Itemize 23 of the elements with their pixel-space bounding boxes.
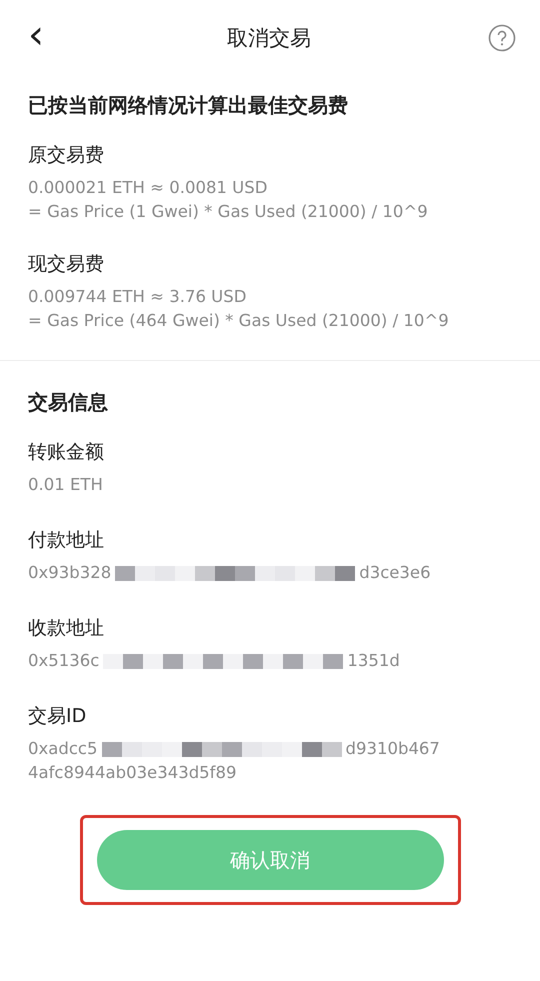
fee-label: 原交易费 (28, 143, 105, 168)
info-label: 收款地址 (28, 616, 105, 641)
info-value: 0xadcc5 (28, 738, 98, 760)
info-value: d3ce3e6 (359, 562, 431, 584)
info-value: 4afc8944ab03e343d5f89 (28, 762, 238, 784)
back-button[interactable]: ‹ (22, 14, 50, 54)
fee-label: 现交易费 (28, 252, 105, 277)
fee-value: 0.009744 ETH ≈ 3.76 USD (28, 286, 248, 308)
info-label: 付款地址 (28, 528, 105, 553)
info-value: d9310b467 (346, 738, 440, 760)
fee-value: = Gas Price (1 Gwei) * Gas Used (21000) / 10^9 (28, 201, 429, 223)
section-heading: 已按当前网络情况计算出最佳交易费 (28, 92, 349, 119)
fee-value: = Gas Price (464 Gwei) * Gas Used (21000) / 10^9 (28, 310, 450, 332)
info-value: 1351d (347, 650, 400, 672)
fee-value: 0.000021 ETH ≈ 0.0081 USD (28, 177, 268, 199)
section-heading: 交易信息 (28, 389, 109, 416)
info-value: 0x93b328 (28, 562, 112, 584)
help-icon[interactable] (488, 24, 516, 52)
info-value: 0x5136c (28, 650, 100, 672)
info-label: 转账金额 (28, 440, 105, 465)
page-title: 取消交易 (227, 24, 311, 52)
info-value: 0.01 ETH (28, 474, 103, 496)
info-label: 交易ID (28, 704, 88, 729)
